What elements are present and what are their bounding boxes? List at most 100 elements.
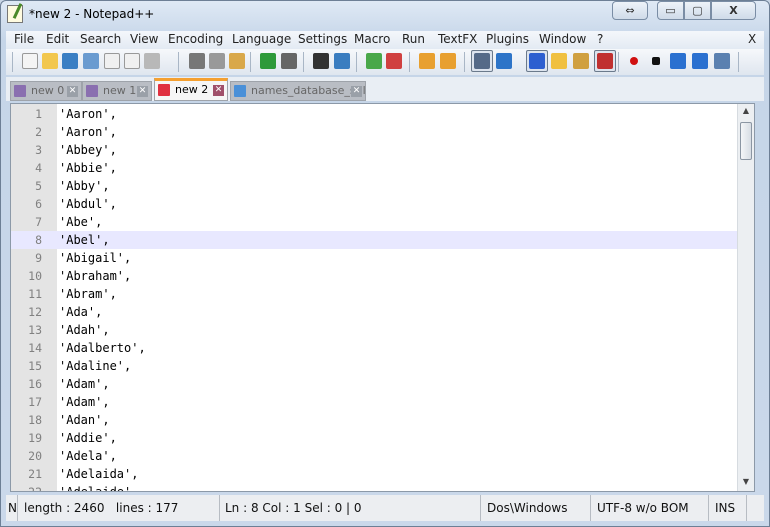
editor-line[interactable]: 2 'Aaron',	[11, 123, 737, 141]
editor-line[interactable]: 20 'Adela',	[11, 447, 737, 465]
editor-line[interactable]: 22 'Adelaide',	[11, 483, 737, 491]
word-wrap-icon[interactable]	[474, 53, 490, 69]
editor-line[interactable]: 13 'Adah',	[11, 321, 737, 339]
editor-line[interactable]: 7 'Abe',	[11, 213, 737, 231]
line-number: 19	[28, 431, 42, 445]
menu-language[interactable]: Language	[232, 32, 291, 46]
cut-icon[interactable]	[189, 53, 205, 69]
editor-line[interactable]: 6 'Abdul',	[11, 195, 737, 213]
menu-textfx[interactable]: TextFX	[438, 32, 477, 46]
menu-edit[interactable]: Edit	[46, 32, 69, 46]
cursor-position: Ln : 8 Col : 1 Sel : 0 | 0	[221, 495, 481, 521]
close-tab-icon[interactable]: ✕	[351, 86, 362, 97]
editor-line[interactable]: 19 'Addie',	[11, 429, 737, 447]
save-state-icon	[86, 85, 98, 97]
replace-icon[interactable]	[334, 53, 350, 69]
play-macro-icon[interactable]	[670, 53, 686, 69]
toolbar-separator	[738, 52, 739, 72]
user-language-icon[interactable]	[551, 53, 567, 69]
paste-icon[interactable]	[229, 53, 245, 69]
save-state-icon	[234, 85, 246, 97]
print-icon[interactable]	[144, 53, 160, 69]
record-macro-icon[interactable]	[630, 57, 638, 65]
tab-names_database_sql[interactable]: names_database_sql ✕	[230, 81, 366, 101]
close-tab-icon[interactable]: ✕	[213, 85, 224, 96]
editor-line[interactable]: 8 'Abel',	[11, 231, 737, 249]
vertical-scrollbar[interactable]: ▲ ▼	[737, 104, 754, 491]
menu-settings[interactable]: Settings	[298, 32, 347, 46]
editor-line[interactable]: 15 'Adaline',	[11, 357, 737, 375]
tab-new-1[interactable]: new 1 ✕	[82, 81, 152, 101]
tab-new-2[interactable]: new 2 ✕	[154, 78, 228, 101]
indent-guide-icon[interactable]	[529, 53, 545, 69]
close-tab-icon[interactable]: ✕	[137, 86, 148, 97]
editor-line[interactable]: 3 'Abbey',	[11, 141, 737, 159]
editor-line[interactable]: 17 'Adam',	[11, 393, 737, 411]
editor-line[interactable]: 11 'Abram',	[11, 285, 737, 303]
save-macro-icon[interactable]	[714, 53, 730, 69]
close-icon[interactable]	[104, 53, 120, 69]
redo-icon[interactable]	[281, 53, 297, 69]
open-file-icon[interactable]	[42, 53, 58, 69]
scroll-up-icon[interactable]: ▲	[740, 106, 752, 118]
maximize-button[interactable]: ▢	[684, 1, 711, 20]
minimize-button[interactable]: ▭	[657, 1, 684, 20]
zoom-out-icon[interactable]	[386, 53, 402, 69]
editor[interactable]: 1 'Aaron', 2 'Aaron', 3 'Abbey', 4 'Abbie', 5 'Ab…	[10, 103, 755, 492]
close-tab-icon[interactable]: ✕	[67, 86, 78, 97]
menu-help[interactable]: ?	[597, 32, 603, 46]
copy-icon[interactable]	[209, 53, 225, 69]
scroll-thumb[interactable]	[740, 122, 752, 160]
line-number: 17	[28, 395, 42, 409]
save-all-icon[interactable]	[83, 53, 99, 69]
editor-line[interactable]: 12 'Ada',	[11, 303, 737, 321]
function-list-icon[interactable]	[597, 53, 613, 69]
line-text: 'Aaron',	[59, 125, 117, 139]
menu-macro[interactable]: Macro	[354, 32, 390, 46]
run-macro-multiple-icon[interactable]	[692, 53, 708, 69]
show-all-chars-icon[interactable]	[496, 53, 512, 69]
editor-line[interactable]: 16 'Adam',	[11, 375, 737, 393]
menu-window[interactable]: Window	[539, 32, 586, 46]
editor-line[interactable]: 18 'Adan',	[11, 411, 737, 429]
line-number: 10	[28, 269, 42, 283]
editor-line[interactable]: 14 'Adalberto',	[11, 339, 737, 357]
close-button[interactable]: X	[711, 1, 756, 20]
doc-map-icon[interactable]	[573, 53, 589, 69]
line-text: 'Abby',	[59, 179, 110, 193]
scroll-down-icon[interactable]: ▼	[740, 477, 752, 489]
line-number: 9	[35, 251, 42, 265]
line-number: 12	[28, 305, 42, 319]
editor-line[interactable]: 1 'Aaron',	[11, 105, 737, 123]
menu-view[interactable]: View	[130, 32, 158, 46]
undo-icon[interactable]	[260, 53, 276, 69]
divider	[20, 495, 220, 521]
new-file-icon[interactable]	[22, 53, 38, 69]
menu-plugins[interactable]: Plugins	[486, 32, 529, 46]
editor-line[interactable]: 4 'Abbie',	[11, 159, 737, 177]
line-text: 'Adam',	[59, 377, 110, 391]
tab-new-0[interactable]: new 0 ✕	[10, 81, 82, 101]
menu-file[interactable]: File	[14, 32, 34, 46]
editor-line[interactable]: 9 'Abigail',	[11, 249, 737, 267]
editor-line[interactable]: 5 'Abby',	[11, 177, 737, 195]
editor-line[interactable]: 10 'Abraham',	[11, 267, 737, 285]
save-icon[interactable]	[62, 53, 78, 69]
menu-run[interactable]: Run	[402, 32, 425, 46]
tab-label: names_database_sql	[251, 84, 366, 97]
menu-bar: File Edit Search View Encoding Language Settin…	[6, 31, 764, 49]
toolbar-separator	[178, 52, 179, 72]
layout-button[interactable]: ⇔	[612, 1, 648, 20]
sync-horizontal-icon[interactable]	[440, 53, 456, 69]
line-text: 'Abraham',	[59, 269, 132, 283]
menu-search[interactable]: Search	[80, 32, 121, 46]
editor-line[interactable]: 21 'Adelaida',	[11, 465, 737, 483]
find-icon[interactable]	[313, 53, 329, 69]
close-document-button[interactable]: X	[748, 32, 756, 46]
close-all-icon[interactable]	[124, 53, 140, 69]
sync-vertical-icon[interactable]	[419, 53, 435, 69]
zoom-in-icon[interactable]	[366, 53, 382, 69]
menu-encoding[interactable]: Encoding	[168, 32, 223, 46]
stop-record-icon[interactable]	[652, 57, 660, 65]
line-text: 'Abbie',	[59, 161, 117, 175]
